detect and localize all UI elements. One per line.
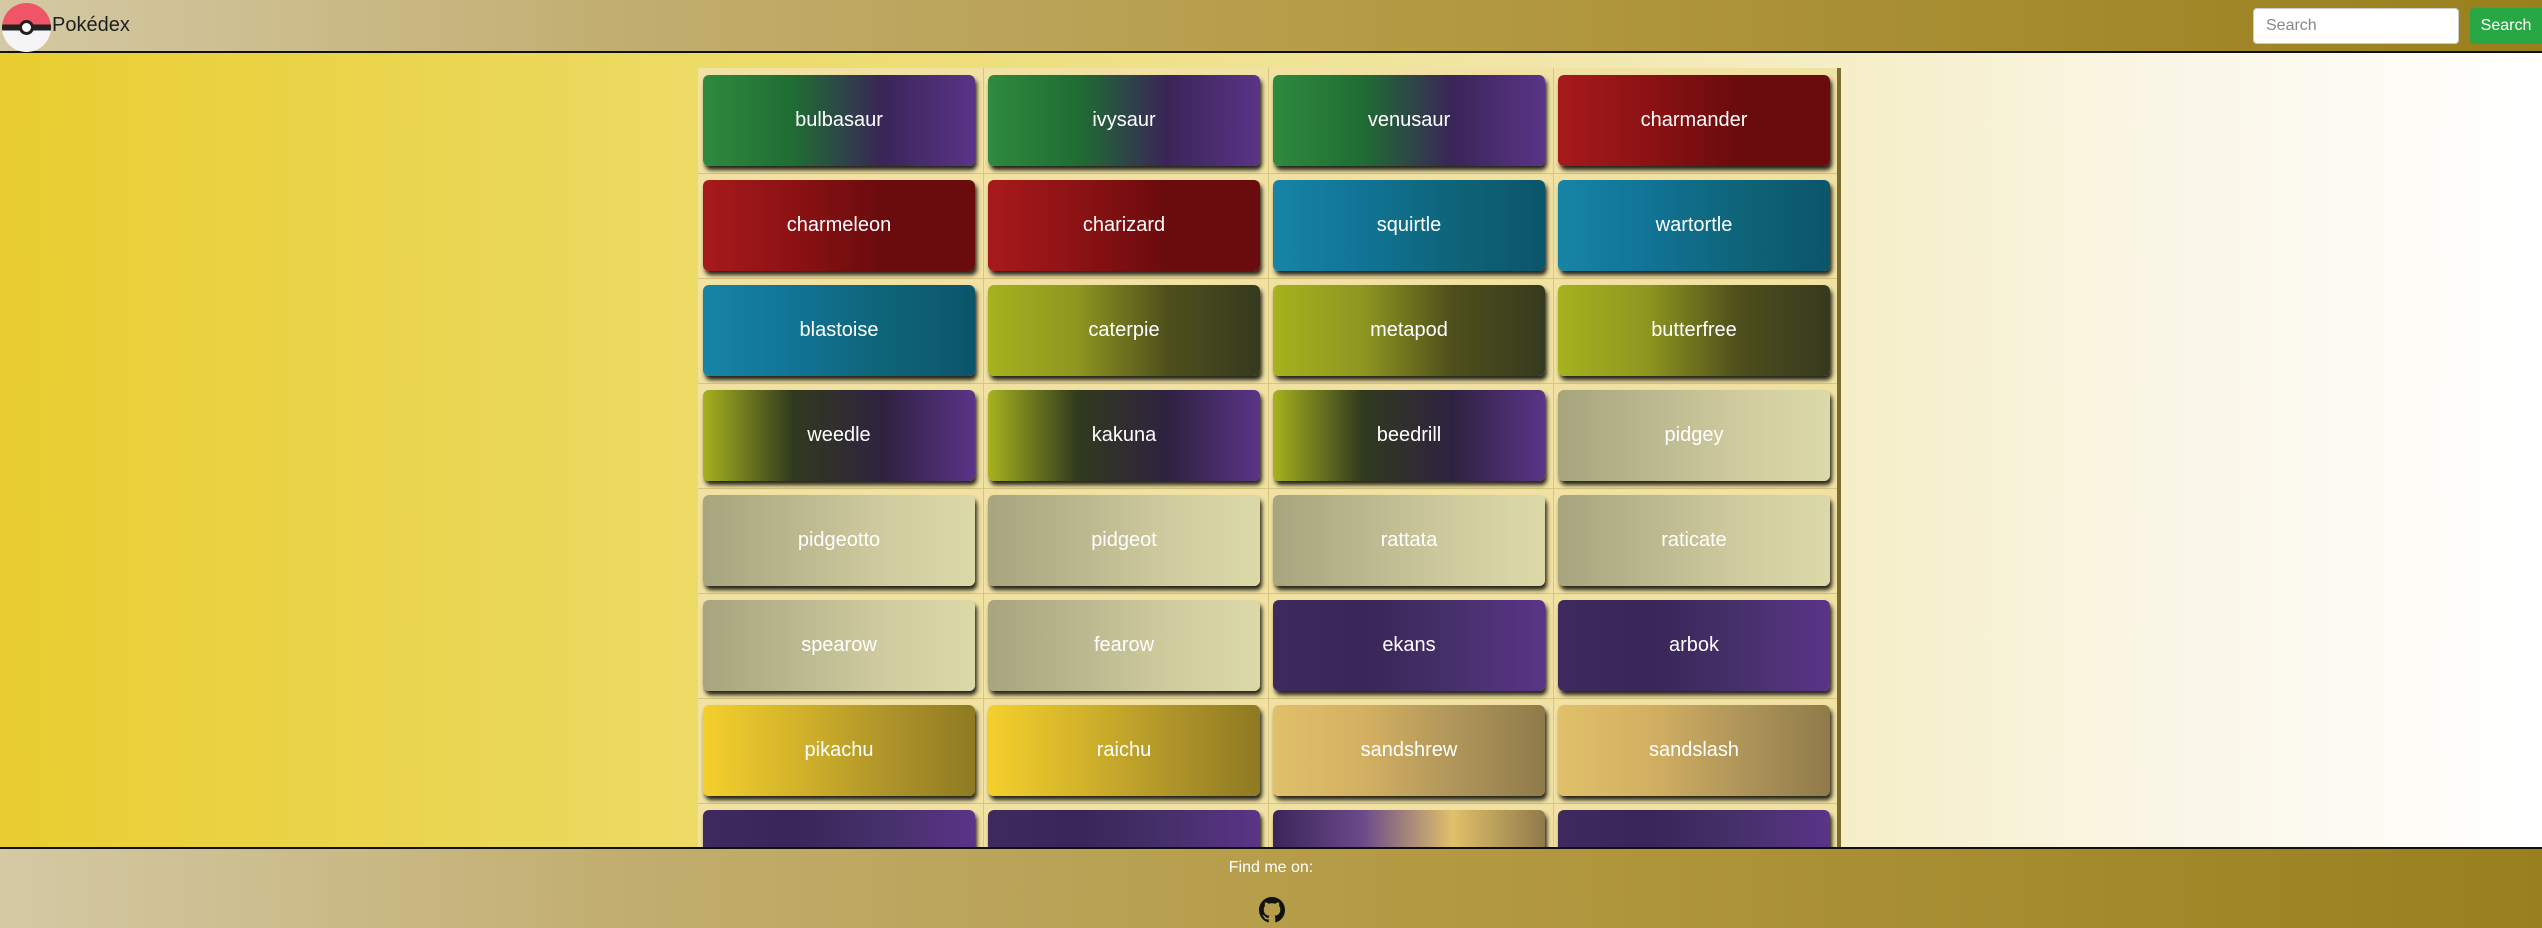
- github-icon[interactable]: [1259, 897, 1285, 923]
- search-input[interactable]: [2253, 8, 2459, 44]
- grid-divider: [698, 173, 1837, 174]
- pokemon-card[interactable]: sandshrew: [1273, 705, 1545, 796]
- pokemon-card[interactable]: wartortle: [1558, 180, 1830, 271]
- grid-divider: [698, 698, 1837, 699]
- grid-divider: [698, 278, 1837, 279]
- footer: Find me on:: [0, 847, 2542, 928]
- pokemon-card[interactable]: pidgeotto: [703, 495, 975, 586]
- grid-divider: [698, 593, 1837, 594]
- pokemon-card[interactable]: ekans: [1273, 600, 1545, 691]
- pokemon-card[interactable]: rattata: [1273, 495, 1545, 586]
- pokemon-card[interactable]: kakuna: [988, 390, 1260, 481]
- pokemon-card[interactable]: fearow: [988, 600, 1260, 691]
- footer-text: Find me on:: [1228, 859, 1314, 876]
- pokeball-icon[interactable]: [2, 3, 51, 52]
- pokemon-card[interactable]: weedle: [703, 390, 975, 481]
- search-button[interactable]: Search: [2470, 8, 2542, 44]
- pokemon-card[interactable]: [703, 810, 975, 847]
- pokemon-card[interactable]: pidgey: [1558, 390, 1830, 481]
- pokemon-card[interactable]: raticate: [1558, 495, 1830, 586]
- grid-divider: [698, 488, 1837, 489]
- pokemon-card[interactable]: blastoise: [703, 285, 975, 376]
- brand-title[interactable]: Pokédex: [52, 14, 130, 37]
- grid-divider: [1553, 68, 1554, 847]
- pokemon-grid: bulbasaur ivysaur venusaur charmander charme…: [698, 68, 1841, 847]
- grid-divider: [983, 68, 984, 847]
- pokemon-card[interactable]: [1273, 810, 1545, 847]
- pokemon-card[interactable]: charmeleon: [703, 180, 975, 271]
- pokemon-card[interactable]: beedrill: [1273, 390, 1545, 481]
- pokemon-card[interactable]: caterpie: [988, 285, 1260, 376]
- pokemon-card[interactable]: charmander: [1558, 75, 1830, 166]
- pokemon-card[interactable]: venusaur: [1273, 75, 1545, 166]
- pokemon-card[interactable]: squirtle: [1273, 180, 1545, 271]
- pokemon-card[interactable]: sandslash: [1558, 705, 1830, 796]
- navbar: Pokédex Search: [0, 0, 2542, 53]
- pokemon-card[interactable]: pikachu: [703, 705, 975, 796]
- pokemon-card[interactable]: spearow: [703, 600, 975, 691]
- grid-divider: [1268, 68, 1269, 847]
- pokemon-card[interactable]: charizard: [988, 180, 1260, 271]
- pokemon-card[interactable]: [1558, 810, 1830, 847]
- grid-divider: [698, 383, 1837, 384]
- pokemon-card[interactable]: metapod: [1273, 285, 1545, 376]
- pokemon-card[interactable]: pidgeot: [988, 495, 1260, 586]
- pokemon-card[interactable]: [988, 810, 1260, 847]
- pokemon-card[interactable]: raichu: [988, 705, 1260, 796]
- pokemon-card[interactable]: arbok: [1558, 600, 1830, 691]
- grid-divider: [698, 803, 1837, 804]
- pokemon-card[interactable]: bulbasaur: [703, 75, 975, 166]
- pokemon-card[interactable]: ivysaur: [988, 75, 1260, 166]
- pokemon-card[interactable]: butterfree: [1558, 285, 1830, 376]
